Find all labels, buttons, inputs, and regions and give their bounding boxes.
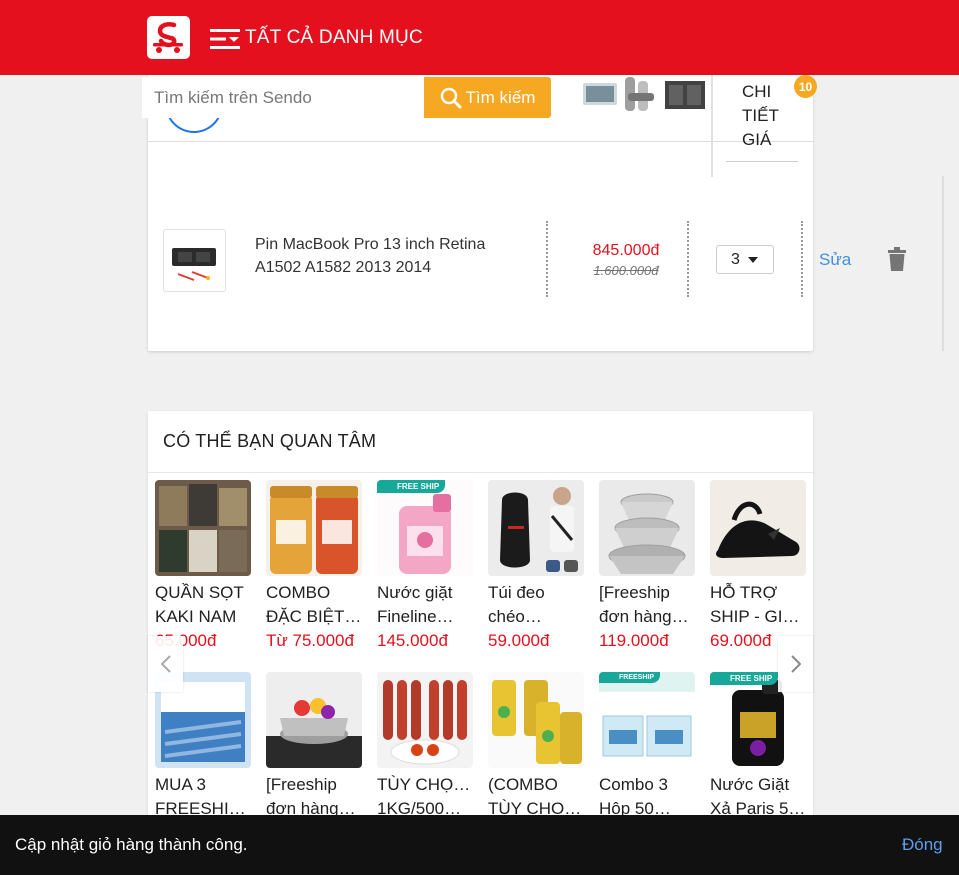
product-price: Từ 75.000đ <box>266 631 354 650</box>
top-bar: TẤT CẢ DANH MỤC <box>0 0 959 75</box>
sendo-logo-icon[interactable] <box>147 16 190 59</box>
product-card[interactable]: Túi đeo chéo… 59.000đ <box>488 480 584 653</box>
column-separator <box>687 221 689 297</box>
product-image[interactable] <box>599 480 695 576</box>
product-image[interactable]: FREE SHIP <box>377 480 473 576</box>
product-thumbnails <box>583 75 708 115</box>
product-price: 59.000đ <box>488 631 550 650</box>
price-detail-label: CHI <box>742 82 772 101</box>
product-image[interactable] <box>155 480 251 576</box>
caret-down-icon <box>747 256 758 263</box>
cart-item-image[interactable] <box>163 229 226 292</box>
cart-count-badge: 10 <box>794 75 817 98</box>
product-name: Nước Giặt <box>710 775 790 794</box>
snackbar-message: Cập nhật giỏ hàng thành công. <box>15 835 248 854</box>
product-name: Túi đeo <box>488 583 545 602</box>
search-icon <box>440 87 462 108</box>
product-price: 145.000đ <box>377 631 448 650</box>
column-separator <box>546 221 548 297</box>
section-title: CÓ THỂ BẠN QUAN TÂM <box>163 431 377 451</box>
product-name: đơn hàng… <box>599 607 689 626</box>
carousel-prev-button[interactable] <box>148 636 183 692</box>
quantity-select[interactable]: 3 <box>716 245 774 274</box>
divider <box>726 161 798 162</box>
product-image[interactable] <box>266 480 362 576</box>
product-price: 119.000đ <box>599 631 669 650</box>
product-image[interactable]: FREESHIP <box>599 672 695 768</box>
cart-item-price: 845.000đ <box>592 242 660 259</box>
search-button[interactable]: Tìm kiếm <box>424 77 551 118</box>
free-ship-badge: FREE SHIP <box>377 480 446 493</box>
product-card[interactable]: FREE SHIP Nước giặt Fineline… 145.000đ <box>377 480 473 653</box>
column-separator <box>801 221 803 297</box>
product-name: Combo 3 <box>599 775 668 794</box>
all-categories-label[interactable]: TẤT CẢ DANH MỤC <box>245 27 423 49</box>
divider <box>148 141 813 142</box>
recommendation-section: CÓ THỂ BẠN QUAN TÂM QUẦN SỌT KAKI NAM 65… <box>148 411 813 831</box>
search-input[interactable] <box>142 77 426 118</box>
product-name: chéo… <box>488 607 542 626</box>
product-card[interactable]: TÙY CHỌN : 1KG/500G… <box>377 672 473 821</box>
product-card[interactable]: FREESHIP Combo 3 Hộp 50… <box>599 672 695 821</box>
product-image[interactable] <box>710 480 806 576</box>
scrollbar-track[interactable] <box>942 176 944 351</box>
product-image[interactable] <box>377 672 473 768</box>
chevron-right-icon <box>790 655 801 673</box>
divider <box>711 75 713 177</box>
free-ship-badge: FREE SHIP <box>710 672 779 685</box>
product-name: SHIP - GIÀ… <box>710 607 806 626</box>
product-name: [Freeship <box>599 583 670 602</box>
product-name: QUẦN SỌT <box>155 583 244 602</box>
product-name: (COMBO <box>488 775 558 794</box>
carousel-next-button[interactable] <box>778 636 813 692</box>
product-name: MUA 3 <box>155 775 207 794</box>
menu-icon[interactable] <box>210 28 240 50</box>
trash-icon[interactable] <box>888 247 906 271</box>
product-image[interactable] <box>488 672 584 768</box>
product-name: HỖ TRỢ <box>710 583 778 602</box>
cart-item-name[interactable]: Pin MacBook Pro 13 inch Retina A1502 A15… <box>255 233 525 279</box>
cart-item-old-price: 1.600.000đ <box>593 263 659 278</box>
product-name: COMBO <box>266 583 331 602</box>
free-ship-badge: FREESHIP <box>599 672 661 683</box>
product-name: Fineline… <box>377 607 454 626</box>
snackbar: Cập nhật giỏ hàng thành công. Đóng <box>0 815 959 875</box>
product-name: ĐẶC BIỆT… <box>266 607 362 626</box>
divider <box>148 472 813 473</box>
product-card[interactable]: MUA 3 FREESHIP… <box>155 672 251 821</box>
product-card[interactable]: [Freeship đơn hàng… 119.000đ <box>599 480 695 653</box>
product-card[interactable]: (COMBO TÙY CHỌ… <box>488 672 584 821</box>
quantity-value: 3 <box>731 250 740 268</box>
product-card[interactable]: HỖ TRỢ SHIP - GIÀ… 69.000đ <box>710 480 806 653</box>
product-name: [Freeship <box>266 775 337 794</box>
price-detail-label: GIÁ <box>742 130 772 149</box>
product-image[interactable] <box>488 480 584 576</box>
chevron-left-icon <box>160 655 171 673</box>
snackbar-close-button[interactable]: Đóng <box>902 835 943 855</box>
product-image[interactable] <box>266 672 362 768</box>
product-name: Nước giặt <box>377 583 453 602</box>
product-name: KAKI NAM <box>155 607 237 626</box>
search-button-label: Tìm kiếm <box>465 87 536 107</box>
product-name: TÙY CHỌN : <box>377 775 473 794</box>
price-detail-label: TIẾT <box>742 106 779 125</box>
product-card[interactable]: [Freeship đơn hàng… <box>266 672 362 821</box>
edit-link[interactable]: Sửa <box>819 250 851 270</box>
product-card[interactable]: QUẦN SỌT KAKI NAM 65.000đ <box>155 480 251 653</box>
product-card[interactable]: FREE SHIP Nước Giặt Xả Paris 5… <box>710 672 806 821</box>
price-detail-toggle[interactable]: CHI TIẾT GIÁ <box>742 80 798 152</box>
product-card[interactable]: COMBO ĐẶC BIỆT… Từ 75.000đ <box>266 480 362 653</box>
